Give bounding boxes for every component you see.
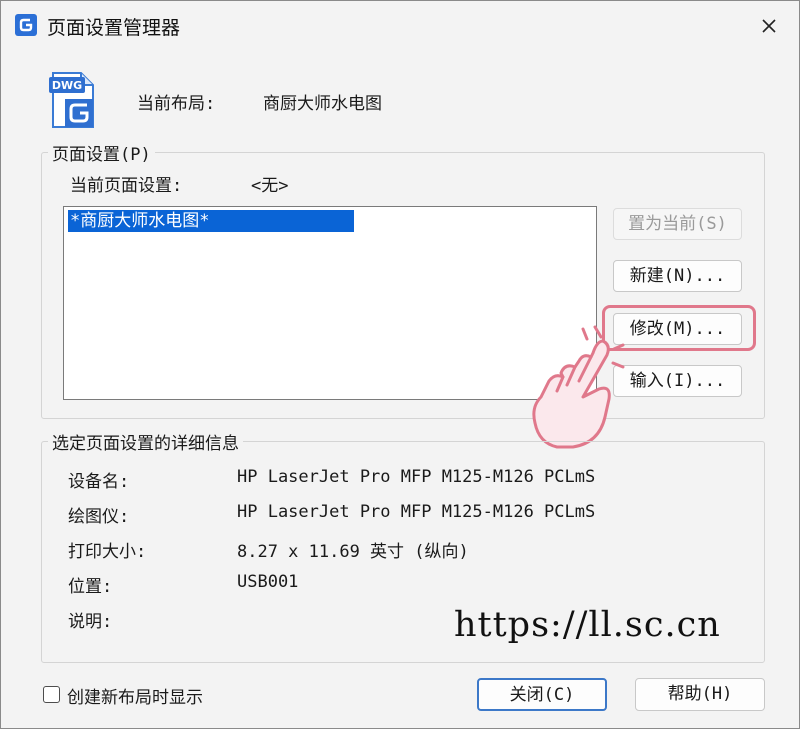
page-setup-list[interactable]: *商厨大师水电图* — [63, 206, 597, 400]
dwg-file-icon: DWG — [49, 72, 94, 128]
title-bar: 页面设置管理器 — [1, 1, 799, 51]
dialog-title: 页面设置管理器 — [47, 17, 181, 39]
location-value: USB001 — [237, 572, 299, 592]
list-item[interactable]: *商厨大师水电图* — [68, 210, 354, 232]
device-name-label: 设备名: — [68, 472, 130, 492]
current-page-setup-label: 当前页面设置: — [70, 176, 183, 196]
current-page-setup-value: <无> — [251, 176, 289, 196]
current-layout-label: 当前布局: — [137, 94, 216, 114]
print-size-label: 打印大小: — [68, 542, 147, 562]
show-on-new-layout-checkbox[interactable] — [43, 686, 60, 703]
new-button[interactable]: 新建(N)... — [613, 260, 742, 292]
plotter-label: 绘图仪: — [68, 507, 130, 527]
print-size-value: 8.27 x 11.69 英寸 (纵向) — [237, 542, 469, 562]
set-current-button[interactable]: 置为当前(S) — [613, 208, 742, 240]
svg-text:DWG: DWG — [52, 79, 82, 92]
plotter-value: HP LaserJet Pro MFP M125-M126 PCLmS — [237, 502, 596, 522]
device-name-value: HP LaserJet Pro MFP M125-M126 PCLmS — [237, 467, 596, 487]
page-setup-group-legend: 页面设置(P) — [48, 140, 155, 165]
details-group-legend: 选定页面设置的详细信息 — [48, 429, 243, 454]
watermark-url: https://ll.sc.cn — [454, 605, 721, 645]
location-label: 位置: — [68, 577, 113, 597]
show-on-new-layout-label[interactable]: 创建新布局时显示 — [67, 683, 203, 708]
close-icon — [762, 19, 776, 33]
current-layout-value: 商厨大师水电图 — [263, 94, 382, 114]
help-button[interactable]: 帮助(H) — [635, 678, 765, 711]
page-setup-manager-dialog: 页面设置管理器 DWG 当前布局: 商厨大师水电图 页面设置(P) 当前页面设置… — [0, 0, 800, 729]
app-logo-icon — [15, 14, 37, 36]
close-window-button[interactable] — [749, 9, 789, 43]
close-button[interactable]: 关闭(C) — [477, 678, 607, 711]
description-label: 说明: — [68, 612, 113, 632]
